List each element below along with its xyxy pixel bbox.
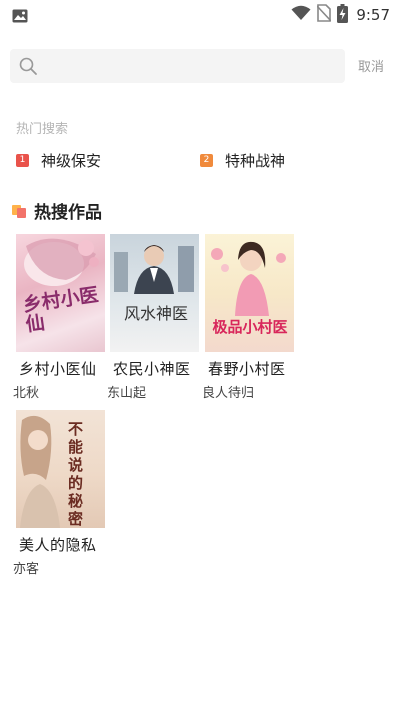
book-card[interactable]: 不能说的秘密 美人的隐私 亦客 bbox=[13, 410, 108, 577]
book-card[interactable]: 乡村小医仙 乡村小医仙 北秋 bbox=[13, 234, 108, 401]
book-author: 北秋 bbox=[13, 386, 40, 401]
book-title: 春野小村医 bbox=[208, 360, 286, 378]
status-bar: 9:57 bbox=[0, 0, 400, 32]
book-author: 东山起 bbox=[107, 386, 147, 401]
book-cover: 极品小村医 bbox=[205, 234, 294, 352]
book-cover: 风水神医 bbox=[110, 234, 199, 352]
book-card[interactable]: 极品小村医 春野小村医 良人待归 bbox=[202, 234, 297, 401]
hot-search-label: 特种战神 bbox=[225, 152, 286, 170]
book-title: 乡村小医仙 bbox=[19, 360, 97, 378]
battery-charging-icon bbox=[337, 3, 349, 27]
hot-works-title: 热搜作品 bbox=[34, 203, 102, 223]
book-title: 农民小神医 bbox=[113, 360, 191, 378]
hot-search-item[interactable]: 2 特种战神 bbox=[200, 150, 285, 171]
book-author: 良人待归 bbox=[202, 386, 255, 401]
cover-title-text: 不能说的秘密 bbox=[68, 420, 84, 528]
cover-title-text: 极品小村医 bbox=[212, 318, 288, 336]
cancel-button[interactable]: 取消 bbox=[358, 56, 384, 75]
hot-search-title: 热门搜索 bbox=[16, 122, 69, 137]
image-notification-icon bbox=[12, 8, 28, 23]
hot-search-label: 神级保安 bbox=[41, 152, 102, 170]
wifi-icon bbox=[291, 5, 311, 25]
search-icon bbox=[18, 56, 38, 76]
hot-search-item[interactable]: 1 神级保安 bbox=[16, 150, 101, 171]
status-indicators: 9:57 bbox=[291, 3, 390, 27]
search-box[interactable] bbox=[10, 49, 345, 83]
book-cover: 乡村小医仙 bbox=[16, 234, 105, 352]
rank-badge: 1 bbox=[16, 154, 29, 167]
rank-badge: 2 bbox=[200, 154, 213, 167]
book-title: 美人的隐私 bbox=[19, 536, 97, 554]
section-decoration-icon bbox=[12, 203, 28, 219]
book-author: 亦客 bbox=[13, 562, 40, 577]
hot-works-header: 热搜作品 bbox=[12, 198, 102, 223]
status-time: 9:57 bbox=[356, 6, 390, 24]
no-sim-icon bbox=[316, 4, 332, 26]
search-input[interactable] bbox=[46, 49, 336, 83]
book-cover: 不能说的秘密 bbox=[16, 410, 105, 528]
cover-title-text: 风水神医 bbox=[123, 304, 188, 323]
book-card[interactable]: 风水神医 农民小神医 东山起 bbox=[107, 234, 202, 401]
